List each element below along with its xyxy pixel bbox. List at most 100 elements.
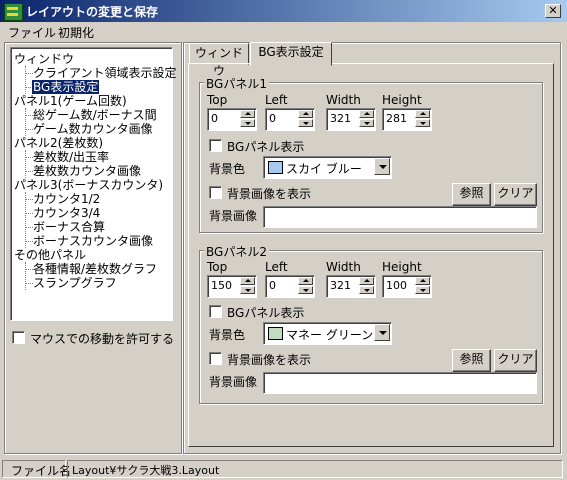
- panel1-bgcolor-select[interactable]: スカイ ブルー: [263, 156, 392, 179]
- panel1-show-image-checkbox[interactable]: [209, 186, 222, 199]
- menu-file[interactable]: ファイル: [8, 24, 56, 41]
- tree-item-game-counter-image[interactable]: ゲーム数カウンタ画像: [33, 122, 153, 136]
- status-file-value-cell: Layout¥サクラ大戦3.Layout: [67, 460, 563, 478]
- layout-tree[interactable]: ウィンドウ クライアント領域表示設定 BG表示設定 パネル1(ゲーム回数) 総ゲ…: [10, 47, 177, 321]
- spin-down-icon[interactable]: [415, 286, 430, 294]
- panel1-left-spinner[interactable]: 0: [265, 108, 315, 131]
- panel2-show-image-label: 背景画像を表示: [227, 353, 312, 367]
- spin-down-icon[interactable]: [240, 286, 255, 294]
- tree-item-window[interactable]: ウィンドウ: [14, 52, 74, 66]
- allow-mouse-move-checkbox[interactable]: [12, 331, 25, 344]
- spin-down-icon[interactable]: [240, 119, 255, 127]
- panel2-left-spinner[interactable]: 0: [265, 275, 315, 298]
- panel1-height-spinner[interactable]: 281: [382, 108, 432, 131]
- spin-up-icon[interactable]: [298, 277, 313, 285]
- title-bar: レイアウトの変更と保存: [0, 0, 567, 22]
- tree-item-total-games[interactable]: 総ゲーム数/ボーナス間: [33, 108, 157, 122]
- panel1-left-value: 0: [269, 112, 276, 125]
- panel2-image-field[interactable]: [263, 372, 537, 394]
- status-bar: ファイル名 Layout¥サクラ大戦3.Layout: [0, 458, 567, 480]
- panel1-bgcolor-label: 背景色: [209, 162, 246, 176]
- tree-item-bonus-total[interactable]: ボーナス合算: [33, 220, 105, 234]
- panel1-show-label: BGパネル表示: [227, 140, 305, 154]
- panel1-top-label: Top: [207, 93, 228, 107]
- spin-down-icon[interactable]: [359, 286, 374, 294]
- panel2-height-label: Height: [382, 260, 422, 274]
- panel2-top-value: 150: [211, 279, 232, 292]
- panel2-top-label: Top: [207, 260, 228, 274]
- panel2-bgcolor-select[interactable]: マネー グリーン: [263, 322, 392, 345]
- menu-initialize[interactable]: 初期化: [58, 24, 94, 41]
- spin-up-icon[interactable]: [240, 110, 255, 118]
- allow-mouse-move-label: マウスでの移動を許可する: [30, 332, 175, 346]
- panel1-width-value: 321: [330, 112, 351, 125]
- tree-item-difference-counter-image[interactable]: 差枚数カウンタ画像: [33, 164, 141, 178]
- dropdown-arrow-icon[interactable]: [374, 158, 390, 175]
- dropdown-arrow-icon[interactable]: [374, 324, 390, 341]
- tree-item-bg-settings[interactable]: BG表示設定: [30, 79, 101, 95]
- spin-up-icon[interactable]: [298, 110, 313, 118]
- panel1-width-label: Width: [326, 93, 361, 107]
- spin-down-icon[interactable]: [415, 119, 430, 127]
- tree-item-slump-graph[interactable]: スランプグラフ: [33, 276, 117, 290]
- spin-up-icon[interactable]: [240, 277, 255, 285]
- panel2-width-value: 321: [330, 279, 351, 292]
- panel2-height-value: 100: [386, 279, 407, 292]
- panel2-width-label: Width: [326, 260, 361, 274]
- panel1-show-checkbox[interactable]: [209, 139, 222, 152]
- panel1-image-field[interactable]: [263, 206, 537, 228]
- spin-up-icon[interactable]: [415, 277, 430, 285]
- panel2-bgcolor-value: マネー グリーン: [286, 328, 374, 342]
- tab-bg-settings[interactable]: BG表示設定: [250, 42, 332, 66]
- panel1-image-label: 背景画像: [209, 209, 258, 223]
- panel2-show-image-checkbox[interactable]: [209, 352, 222, 365]
- panel2-bgcolor-label: 背景色: [209, 328, 246, 342]
- panel2-color-swatch: [268, 327, 283, 340]
- panel1-browse-button[interactable]: 参照: [452, 183, 491, 206]
- status-file-label: ファイル名: [11, 464, 72, 478]
- tree-item-other-panels[interactable]: その他パネル: [14, 248, 86, 262]
- bg-panel1-title: BGパネル1: [204, 75, 269, 92]
- menu-bar: ファイル 初期化: [0, 22, 567, 41]
- tree-item-panel2[interactable]: パネル2(差枚数): [14, 136, 103, 150]
- tree-item-client-area[interactable]: クライアント領域表示設定: [33, 66, 177, 80]
- panel1-bgcolor-value: スカイ ブルー: [286, 162, 362, 176]
- spin-up-icon[interactable]: [359, 110, 374, 118]
- spin-up-icon[interactable]: [359, 277, 374, 285]
- spin-down-icon[interactable]: [298, 119, 313, 127]
- panel1-left-label: Left: [265, 93, 288, 107]
- close-button[interactable]: ✕: [545, 4, 561, 18]
- panel2-left-value: 0: [269, 279, 276, 292]
- panel2-top-spinner[interactable]: 150: [207, 275, 257, 298]
- status-file-value: Layout¥サクラ大戦3.Layout: [72, 464, 220, 477]
- spin-down-icon[interactable]: [298, 286, 313, 294]
- status-file-label-cell: ファイル名: [2, 460, 71, 478]
- panel2-browse-button[interactable]: 参照: [452, 349, 491, 372]
- tree-item-counter-1-2[interactable]: カウンタ1/2: [33, 192, 100, 206]
- panel1-color-swatch: [268, 161, 283, 174]
- panel2-width-spinner[interactable]: 321: [326, 275, 376, 298]
- tree-item-panel1[interactable]: パネル1(ゲーム回数): [14, 94, 127, 108]
- tree-item-info-graph[interactable]: 各種情報/差枚数グラフ: [33, 262, 157, 276]
- panel2-image-label: 背景画像: [209, 375, 258, 389]
- panel1-width-spinner[interactable]: 321: [326, 108, 376, 131]
- panel2-show-label: BGパネル表示: [227, 306, 305, 320]
- tab-window[interactable]: ウィンドウ: [189, 43, 249, 78]
- spin-down-icon[interactable]: [359, 119, 374, 127]
- panel2-show-checkbox[interactable]: [209, 305, 222, 318]
- tree-item-panel3[interactable]: パネル3(ボーナスカウンタ): [14, 178, 163, 192]
- panel1-top-spinner[interactable]: 0: [207, 108, 257, 131]
- panel2-left-label: Left: [265, 260, 288, 274]
- tree-item-difference-rate[interactable]: 差枚数/出玉率: [33, 150, 109, 164]
- tree-item-counter-3-4[interactable]: カウンタ3/4: [33, 206, 100, 220]
- panel1-show-image-label: 背景画像を表示: [227, 187, 312, 201]
- bg-panel2-title: BGパネル2: [204, 243, 269, 260]
- panel2-clear-button[interactable]: クリア: [494, 349, 537, 372]
- panel2-height-spinner[interactable]: 100: [382, 275, 432, 298]
- panel1-height-value: 281: [386, 112, 407, 125]
- panel1-top-value: 0: [211, 112, 218, 125]
- tree-item-bonus-counter-image[interactable]: ボーナスカウンタ画像: [33, 234, 153, 248]
- panel1-clear-button[interactable]: クリア: [494, 183, 537, 206]
- window-title: レイアウトの変更と保存: [26, 5, 159, 19]
- spin-up-icon[interactable]: [415, 110, 430, 118]
